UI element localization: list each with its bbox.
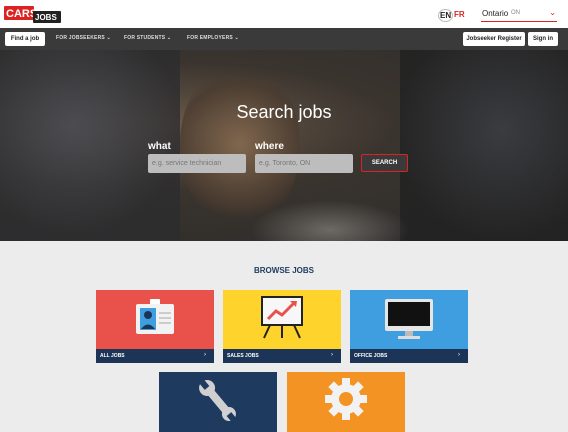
main-nav: Find a job FOR JOBSEEKERS ⌄ FOR STUDENTS…	[0, 28, 568, 50]
chevron-down-icon: ⌄	[234, 35, 239, 41]
nav-jobseekers-label: FOR JOBSEEKERS	[56, 35, 105, 41]
hero-title: Search jobs	[236, 102, 332, 122]
hero-photo-shade	[400, 50, 568, 241]
tile-technical-jobs[interactable]	[287, 372, 405, 432]
language-switcher: EN FR	[438, 6, 468, 22]
tile-label: ALL JOBS	[100, 353, 125, 359]
what-label: what	[148, 141, 171, 152]
carsjobs-logo[interactable]: CARS JOBS	[4, 5, 62, 24]
chevron-right-icon: ›	[331, 352, 333, 358]
nav-employers[interactable]: FOR EMPLOYERS ⌄	[187, 35, 239, 41]
nav-employers-label: FOR EMPLOYERS	[187, 35, 233, 41]
where-input[interactable]: e.g. Toronto, ON	[255, 154, 353, 173]
lang-fr-link[interactable]: FR	[454, 10, 465, 19]
what-input[interactable]: e.g. service technician	[148, 154, 246, 173]
tile-label: OFFICE JOBS	[354, 353, 388, 359]
tile-footer: OFFICE JOBS ›	[350, 349, 468, 363]
hero-search: Search jobs what where e.g. service tech…	[0, 50, 568, 241]
monitor-icon	[384, 298, 434, 345]
chevron-right-icon: ›	[458, 352, 460, 358]
sign-in-button[interactable]: Sign in	[528, 32, 558, 46]
tile-footer: SALES JOBS ›	[223, 349, 341, 363]
region-code: ON	[511, 10, 520, 16]
chevron-down-icon: ⌄	[166, 35, 172, 41]
presentation-chart-icon	[260, 295, 304, 344]
region-name: Ontario	[482, 9, 509, 18]
id-badge-icon	[134, 298, 176, 341]
wrench-icon	[195, 378, 241, 429]
logo-text-cars: CARS	[6, 8, 37, 20]
nav-students-label: FOR STUDENTS	[124, 35, 166, 41]
chevron-down-icon: ⌄	[549, 8, 556, 17]
tile-all-jobs[interactable]: ALL JOBS ›	[96, 290, 214, 363]
lang-en-link[interactable]: EN	[438, 9, 454, 22]
tile-footer: ALL JOBS ›	[96, 349, 214, 363]
tile-office-jobs[interactable]: OFFICE JOBS ›	[350, 290, 468, 363]
nav-students[interactable]: FOR STUDENTS ⌄	[124, 35, 171, 41]
chevron-right-icon: ›	[204, 352, 206, 358]
top-bar: CARS JOBS EN FR Ontario ON ⌄	[0, 0, 568, 28]
jobseeker-register-button[interactable]: Jobseeker Register	[463, 32, 525, 46]
find-job-button[interactable]: Find a job	[5, 32, 45, 46]
tile-label: SALES JOBS	[227, 353, 259, 359]
nav-jobseekers[interactable]: FOR JOBSEEKERS ⌄	[56, 35, 111, 41]
browse-jobs-title: BROWSE JOBS	[253, 266, 314, 275]
logo-text-jobs: JOBS	[35, 13, 57, 22]
tile-trades-jobs[interactable]	[159, 372, 277, 432]
chevron-down-icon: ⌄	[106, 35, 111, 41]
where-label: where	[255, 141, 284, 152]
search-button[interactable]: SEARCH	[361, 154, 408, 172]
gear-icon	[324, 377, 368, 426]
hero-photo-table	[250, 200, 410, 241]
tile-sales-jobs[interactable]: SALES JOBS ›	[223, 290, 341, 363]
region-select[interactable]: Ontario ON ⌄	[481, 8, 557, 22]
